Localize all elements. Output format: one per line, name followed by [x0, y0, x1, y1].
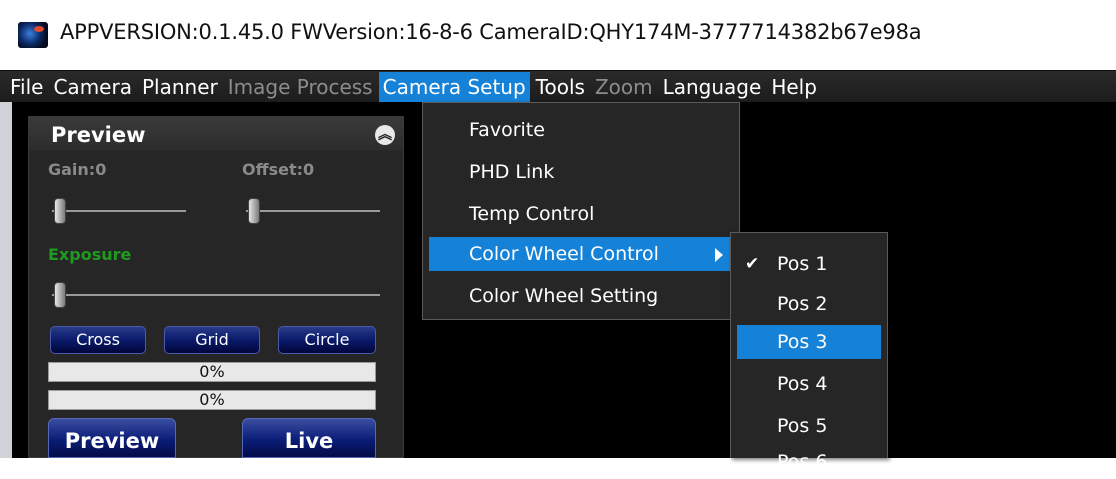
color-wheel-submenu: ✔ Pos 1 Pos 2 Pos 3 Pos 4 Pos 5 Pos 6 — [730, 232, 888, 473]
submenu-item-label: Pos 4 — [777, 373, 828, 395]
menu-item-label: Color Wheel Control — [469, 243, 659, 265]
menu-item-color-wheel-setting[interactable]: Color Wheel Setting — [429, 279, 733, 313]
preview-panel-header[interactable]: Preview ︽ — [29, 117, 403, 151]
submenu-item-pos-6[interactable]: Pos 6 — [737, 445, 881, 479]
camera-setup-menu: Favorite PHD Link Temp Control Color Whe… — [422, 102, 740, 320]
offset-slider-track[interactable] — [246, 210, 380, 212]
preview-panel-title: Preview — [51, 123, 146, 147]
progress-bar-1: 0% — [48, 362, 376, 382]
offset-slider-knob[interactable] — [248, 198, 260, 224]
circle-button[interactable]: Circle — [278, 326, 376, 354]
window-border — [0, 102, 12, 458]
submenu-item-label: Pos 5 — [777, 415, 828, 437]
menu-item-label: Color Wheel Setting — [469, 285, 659, 307]
submenu-item-pos-1[interactable]: ✔ Pos 1 — [737, 247, 881, 281]
submenu-item-label: Pos 2 — [777, 293, 828, 315]
exposure-slider-track[interactable] — [52, 294, 380, 296]
menu-tools[interactable]: Tools — [532, 72, 589, 102]
menu-item-favorite[interactable]: Favorite — [429, 113, 733, 147]
cross-button[interactable]: Cross — [50, 326, 146, 354]
submenu-item-label: Pos 3 — [777, 331, 828, 353]
menu-item-temp-control[interactable]: Temp Control — [429, 197, 733, 231]
gain-slider-track[interactable] — [52, 210, 186, 212]
menu-bar: File Camera Planner Image Process Camera… — [0, 70, 1116, 102]
collapse-icon[interactable]: ︽ — [375, 125, 395, 145]
exposure-slider-knob[interactable] — [54, 282, 66, 308]
submenu-item-pos-2[interactable]: Pos 2 — [737, 287, 881, 321]
menu-zoom[interactable]: Zoom — [591, 72, 657, 102]
title-bar: APPVERSION:0.1.45.0 FWVersion:16-8-6 Cam… — [0, 0, 1116, 70]
gain-slider-knob[interactable] — [54, 198, 66, 224]
menu-planner[interactable]: Planner — [138, 72, 222, 102]
offset-label: Offset:0 — [242, 160, 315, 179]
menu-item-label: PHD Link — [469, 161, 555, 183]
menu-image-process[interactable]: Image Process — [224, 72, 377, 102]
check-icon: ✔ — [745, 254, 760, 274]
menu-help[interactable]: Help — [767, 72, 821, 102]
progress-bar-2: 0% — [48, 390, 376, 410]
menu-camera-setup[interactable]: Camera Setup — [378, 71, 530, 102]
menu-file[interactable]: File — [6, 72, 47, 102]
submenu-item-pos-5[interactable]: Pos 5 — [737, 409, 881, 443]
exposure-label: Exposure — [48, 245, 132, 264]
submenu-item-label: Pos 1 — [777, 253, 828, 275]
gain-label: Gain:0 — [48, 160, 107, 179]
menu-language[interactable]: Language — [659, 72, 766, 102]
menu-item-phd-link[interactable]: PHD Link — [429, 155, 733, 189]
submenu-item-label: Pos 6 — [777, 451, 828, 473]
submenu-item-pos-4[interactable]: Pos 4 — [737, 367, 881, 401]
grid-button[interactable]: Grid — [164, 326, 260, 354]
submenu-arrow-icon — [715, 248, 723, 262]
menu-item-label: Favorite — [469, 119, 545, 141]
live-button[interactable]: Live — [242, 418, 376, 458]
submenu-item-pos-3[interactable]: Pos 3 — [737, 325, 881, 359]
menu-camera[interactable]: Camera — [49, 72, 136, 102]
preview-button[interactable]: Preview — [48, 418, 176, 458]
window-title: APPVERSION:0.1.45.0 FWVersion:16-8-6 Cam… — [60, 20, 922, 44]
app-icon — [18, 22, 48, 48]
menu-item-color-wheel-control[interactable]: Color Wheel Control — [429, 237, 733, 271]
menu-item-label: Temp Control — [469, 203, 595, 225]
